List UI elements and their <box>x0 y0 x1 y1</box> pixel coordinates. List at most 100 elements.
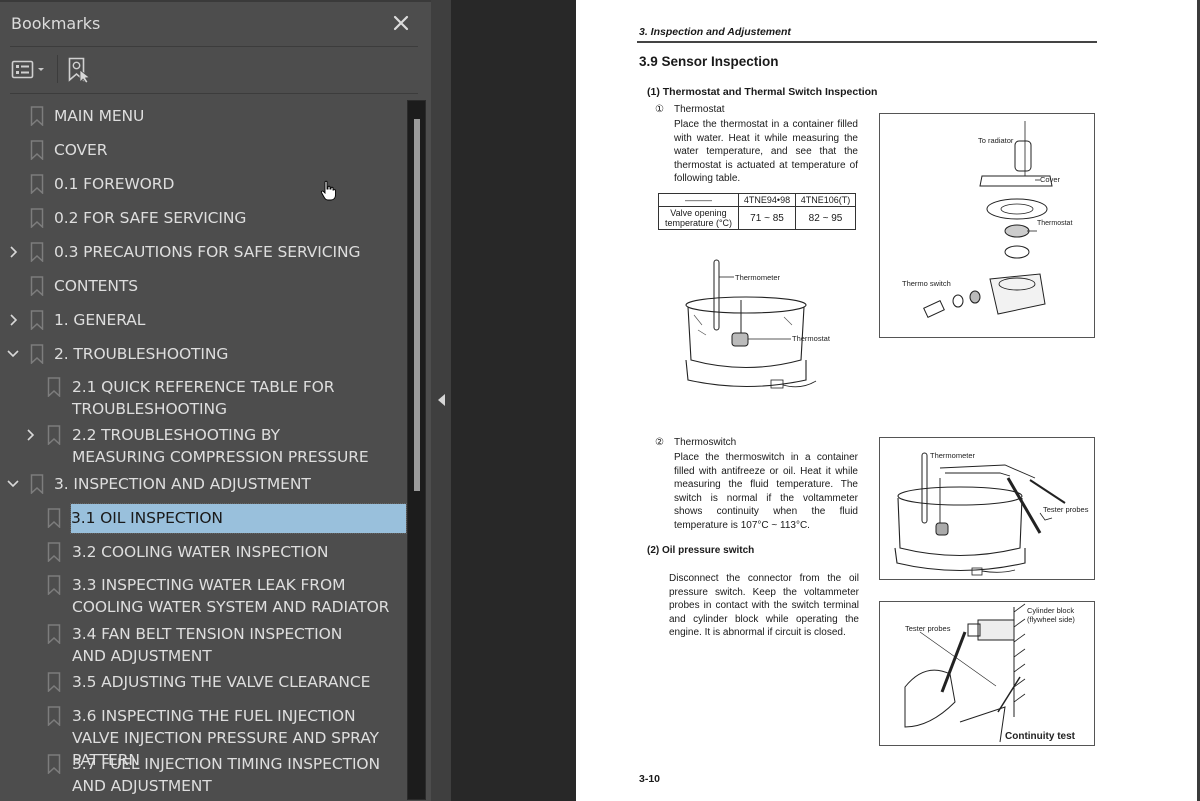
find-current-bookmark-button[interactable] <box>66 55 94 85</box>
bookmark-icon <box>30 474 44 495</box>
bookmark-icon <box>47 508 61 529</box>
figure-label: To radiator <box>978 136 1014 145</box>
continuity-test-figure: Cylinder block (flywheel side) Tester pr… <box>879 601 1095 746</box>
step-text: Place the thermostat in a container fill… <box>674 119 858 184</box>
bookmark-icon <box>30 174 44 195</box>
subsection-title: (2) Oil pressure switch <box>647 545 755 556</box>
step-number: ① <box>655 104 664 115</box>
hand-pointer-cursor-icon <box>320 180 336 201</box>
figure-label: Cylinder block <box>1027 606 1075 615</box>
figure-label: Thermo switch <box>902 279 951 288</box>
bookmark-label: 3.2 COOLING WATER INSPECTION <box>72 543 329 561</box>
figure-label: Tester probes <box>1043 505 1089 514</box>
bookmark-label: 2. TROUBLESHOOTING <box>54 345 229 363</box>
section-title: 3.9 Sensor Inspection <box>639 54 779 69</box>
step-text: Place the thermoswitch in a container fi… <box>674 452 858 531</box>
subsection-text: Disconnect the connector from the oil pr… <box>669 573 859 638</box>
bookmark-label: 3. INSPECTION AND ADJUSTMENT <box>54 475 311 493</box>
bookmark-label: COVER <box>54 141 108 159</box>
bookmark-item[interactable]: 0.2 FOR SAFE SERVICING <box>0 207 407 233</box>
bookmark-icon <box>47 425 61 446</box>
close-icon <box>393 15 409 31</box>
bookmark-item[interactable]: COVER <box>0 139 407 165</box>
step-number: ② <box>655 437 664 448</box>
bookmark-item[interactable]: MAIN MENU <box>0 105 407 131</box>
step-title: Thermoswitch <box>674 437 737 448</box>
bookmark-item[interactable]: 3.5 ADJUSTING THE VALVE CLEARANCE <box>0 671 407 697</box>
table-row-label: Valve opening temperature (°C) <box>658 206 739 230</box>
bookmark-item[interactable]: 3.7 FUEL INJECTION TIMING INSPECTION AND… <box>0 753 407 799</box>
scrollbar-thumb[interactable] <box>414 119 420 491</box>
collapse-chevron-down-icon[interactable] <box>6 473 20 495</box>
bookmark-label: 2.1 QUICK REFERENCE TABLE FOR TROUBLESHO… <box>72 378 335 418</box>
chevron-down-icon <box>38 68 44 71</box>
expand-chevron-right-icon[interactable] <box>7 309 21 331</box>
figure-label: (flywheel side) <box>1027 615 1075 624</box>
figure-label: Thermostat <box>792 334 830 343</box>
bookmark-icon <box>30 310 44 331</box>
bookmark-label: 3.4 FAN BELT TENSION INSPECTION AND ADJU… <box>72 625 343 665</box>
bookmark-icon <box>30 106 44 127</box>
bookmark-item[interactable]: 3.6 INSPECTING THE FUEL INJECTION VALVE … <box>0 705 407 769</box>
figure-label: Thermometer <box>735 273 781 282</box>
bookmark-item[interactable]: 0.1 FOREWORD <box>0 173 407 199</box>
expand-chevron-right-icon[interactable] <box>24 424 38 446</box>
collapse-panel-handle[interactable] <box>431 0 451 801</box>
bookmark-icon <box>30 242 44 263</box>
bookmark-item[interactable]: 2.2 TROUBLESHOOTING BY MEASURING COMPRES… <box>0 424 407 470</box>
bookmark-label: 0.3 PRECAUTIONS FOR SAFE SERVICING <box>54 243 361 261</box>
figure-label: Thermostat <box>1037 220 1073 227</box>
bookmark-item[interactable]: 3.4 FAN BELT TENSION INSPECTION AND ADJU… <box>0 623 407 669</box>
bookmark-label: MAIN MENU <box>54 107 145 125</box>
bookmark-label: 0.1 FOREWORD <box>54 175 175 193</box>
find-current-bookmark-icon <box>68 57 91 84</box>
bookmark-icon <box>47 377 61 398</box>
bookmark-item[interactable]: 3.3 INSPECTING WATER LEAK FROM COOLING W… <box>0 574 407 620</box>
table-header-cell: ——— <box>658 193 739 207</box>
table-cell: 82 ~ 95 <box>795 206 856 230</box>
table-header-cell: 4TNE106(T) <box>795 193 856 207</box>
close-panel-button[interactable] <box>388 10 414 36</box>
bookmark-icon <box>47 542 61 563</box>
bookmarks-panel: Bookmarks MAIN MENU COVER 0.1 FOREWORD 0… <box>0 0 431 801</box>
figure-caption: Continuity test <box>1005 731 1075 742</box>
expand-chevron-right-icon[interactable] <box>7 241 21 263</box>
bookmark-item[interactable]: 3. INSPECTION AND ADJUSTMENT <box>0 473 407 499</box>
page-number: 3-10 <box>639 773 661 785</box>
toolbar-separator <box>57 55 58 83</box>
bookmark-item[interactable]: 3.2 COOLING WATER INSPECTION <box>0 541 407 567</box>
bookmark-item[interactable]: 0.3 PRECAUTIONS FOR SAFE SERVICING <box>0 241 407 267</box>
header-rule <box>637 41 1097 43</box>
bookmark-label: 3.7 FUEL INJECTION TIMING INSPECTION AND… <box>72 755 381 795</box>
bookmark-icon <box>47 624 61 645</box>
bookmark-label: 0.2 FOR SAFE SERVICING <box>54 209 247 227</box>
bookmark-label: 1. GENERAL <box>54 311 146 329</box>
document-page: 3. Inspection and Adjustement 3.9 Sensor… <box>576 0 1200 801</box>
bookmark-icon <box>30 344 44 365</box>
figure-label: Thermometer <box>930 451 976 460</box>
bookmark-scrollbar[interactable] <box>407 100 426 800</box>
step-title: Thermostat <box>674 104 725 115</box>
bookmark-icon <box>30 276 44 297</box>
bookmark-label: 3.1 OIL INSPECTION <box>70 503 407 534</box>
bookmark-item[interactable]: 2.1 QUICK REFERENCE TABLE FOR TROUBLESHO… <box>0 376 407 422</box>
divider <box>10 46 418 47</box>
bookmark-label: 3.3 INSPECTING WATER LEAK FROM COOLING W… <box>72 576 390 616</box>
panel-title: Bookmarks <box>11 14 101 33</box>
figure-label: Cover <box>1040 175 1061 184</box>
collapse-left-arrow-icon <box>438 394 445 406</box>
table-cell: 71 ~ 85 <box>738 206 796 230</box>
bookmark-item[interactable]: 1. GENERAL <box>0 309 407 335</box>
bookmark-icon <box>30 208 44 229</box>
collapse-chevron-down-icon[interactable] <box>6 343 20 365</box>
bookmark-item[interactable]: 2. TROUBLESHOOTING <box>0 343 407 369</box>
bookmark-options-button[interactable] <box>10 58 50 82</box>
table-header-cell: 4TNE94•98 <box>738 193 796 207</box>
bookmark-icon <box>47 575 61 596</box>
divider <box>10 93 418 94</box>
bookmark-item[interactable]: CONTENTS <box>0 275 407 301</box>
thermoswitch-figure: Thermometer Tester probes <box>879 437 1095 580</box>
subsection-title: (1) Thermostat and Thermal Switch Inspec… <box>647 86 878 98</box>
valve-opening-table: ——— 4TNE94•98 4TNE106(T) Valve opening t… <box>658 193 856 230</box>
bookmark-item-selected[interactable]: 3.1 OIL INSPECTION <box>0 503 407 534</box>
